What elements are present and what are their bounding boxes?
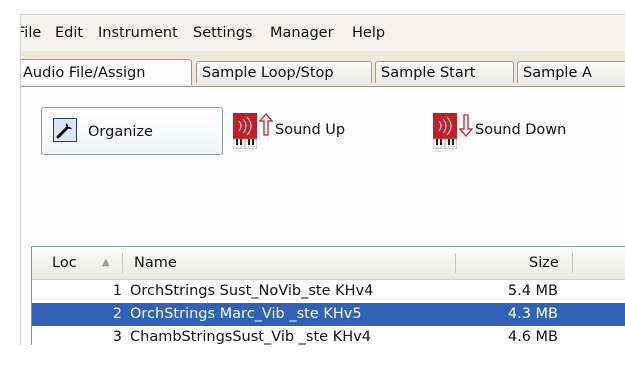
menu-settings[interactable]: Settings (193, 23, 252, 43)
column-divider[interactable] (572, 253, 573, 273)
column-size[interactable]: Size (529, 247, 559, 279)
row-size: 5.4 MB (507, 283, 558, 299)
column-divider[interactable] (122, 253, 123, 273)
list-row[interactable]: 3 ChambStringsSust_Vib _ste KHv4 4.6 MB (32, 326, 625, 345)
tab-sample-a[interactable]: Sample A (517, 61, 625, 83)
arrow-down-icon (458, 113, 474, 137)
column-loc[interactable]: Loc (52, 247, 77, 279)
keyboard-icon (432, 113, 458, 150)
menu-manager[interactable]: Manager (270, 23, 334, 43)
list-row-selected[interactable]: 2 OrchStrings Marc_Vib _ste KHv5 4.3 MB (32, 303, 625, 326)
row-loc: 3 (112, 329, 122, 345)
organize-label: Organize (88, 124, 153, 140)
row-name: OrchStrings Sust_NoVib_ste KHv4 (130, 283, 374, 299)
arrow-up-icon (258, 113, 274, 137)
app-window: File Edit Instrument Settings Manager He… (20, 14, 625, 345)
sound-up-button[interactable]: Sound Up (232, 107, 383, 155)
column-name[interactable]: Name (134, 247, 177, 279)
tab-sample-loop-stop[interactable]: Sample Loop/Stop (196, 61, 372, 83)
wrench-icon (53, 118, 77, 142)
menu-bar: File Edit Instrument Settings Manager He… (21, 15, 625, 52)
organize-button[interactable]: Organize (41, 107, 223, 155)
menu-file[interactable]: File (21, 23, 41, 43)
row-size: 4.3 MB (507, 306, 558, 322)
sound-up-label: Sound Up (275, 122, 346, 138)
row-name: OrchStrings Marc_Vib _ste KHv5 (130, 306, 362, 322)
sound-list[interactable]: Loc ▲ Name Size 1 OrchStrings Sust_NoVib… (31, 246, 625, 345)
tab-panel: Organize Sound Up Sound Down Loc ▲ Name … (21, 86, 625, 345)
tab-strip: Audio File/Assign Sample Loop/Stop Sampl… (21, 51, 625, 87)
row-loc: 2 (112, 306, 122, 322)
menu-edit[interactable]: Edit (55, 23, 83, 43)
row-loc: 1 (112, 283, 122, 299)
sound-down-label: Sound Down (475, 122, 567, 138)
menu-instrument[interactable]: Instrument (98, 23, 178, 43)
tab-audio-file-assign[interactable]: Audio File/Assign (21, 59, 192, 85)
tab-sample-start[interactable]: Sample Start (375, 61, 514, 83)
row-name: ChambStringsSust_Vib _ste KHv4 (130, 329, 371, 345)
row-size: 4.6 MB (507, 329, 558, 345)
list-row[interactable]: 1 OrchStrings Sust_NoVib_ste KHv4 5.4 MB (32, 280, 625, 303)
sound-down-button[interactable]: Sound Down (432, 107, 623, 155)
menu-help[interactable]: Help (352, 23, 385, 43)
list-header: Loc ▲ Name Size (32, 247, 625, 280)
column-divider[interactable] (455, 253, 456, 273)
keyboard-icon (232, 113, 258, 150)
sort-ascending-icon: ▲ (102, 257, 110, 268)
